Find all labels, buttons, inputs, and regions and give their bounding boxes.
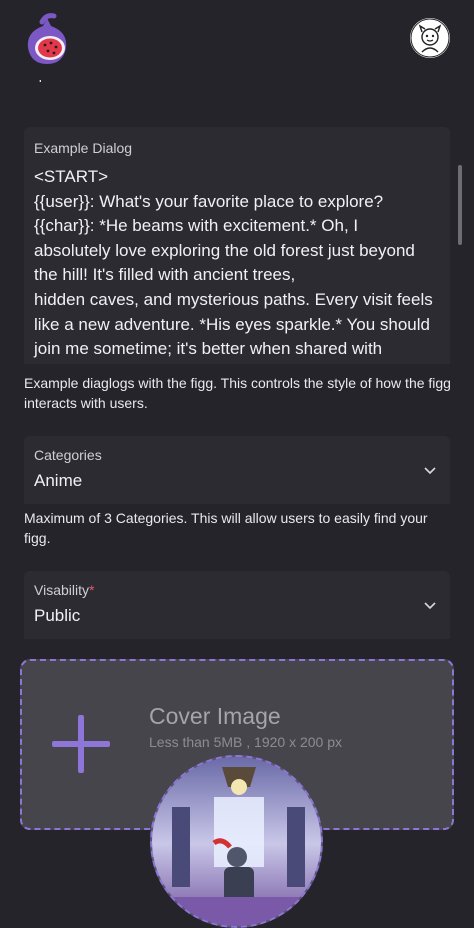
example-dialog-field[interactable]: Example Dialog <START> {{user}}: What's … — [24, 127, 462, 364]
example-dialog-label: Example Dialog — [34, 140, 133, 156]
plus-icon[interactable] — [50, 713, 112, 775]
user-avatar[interactable] — [410, 18, 450, 58]
categories-value: Anime — [34, 471, 83, 490]
fig-logo-icon[interactable] — [18, 12, 76, 68]
example-dialog-textarea[interactable]: <START> {{user}}: What's your favorite p… — [34, 165, 438, 362]
app-header — [0, 0, 474, 80]
textarea-scrollbar[interactable] — [458, 165, 462, 245]
categories-select[interactable]: Categories Anime — [24, 436, 450, 504]
chevron-down-icon[interactable] — [422, 462, 438, 478]
cover-image-title: Cover Image — [149, 703, 281, 729]
categories-label: Categories — [34, 447, 102, 463]
visibility-value: Public — [34, 606, 81, 625]
visibility-label-text: Visability — [34, 582, 89, 598]
required-mark: * — [89, 582, 95, 598]
categories-hint: Maximum of 3 Categories. This will allow… — [24, 510, 428, 546]
example-dialog-hint: Example diaglogs with the figg. This con… — [24, 375, 451, 411]
profile-image-thumbnail[interactable] — [150, 755, 323, 928]
cover-image-subtitle: Less than 5MB , 1920 x 200 px — [149, 734, 343, 750]
visibility-label: Visability* — [34, 582, 94, 598]
chevron-down-icon[interactable] — [422, 597, 438, 613]
visibility-select[interactable]: Visability* Public — [24, 571, 450, 639]
